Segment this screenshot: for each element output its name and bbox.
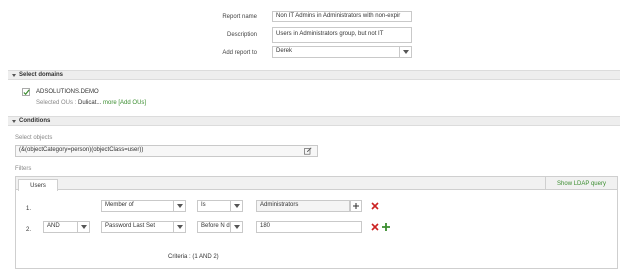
selected-ous-label: Selected OUs : — [36, 100, 77, 106]
filters-panel: Users Show LDAP query 1. Member of Is Ad… — [15, 176, 618, 269]
row-1-operator-value: Is — [201, 202, 206, 208]
criteria-value: (1 AND 2) — [192, 254, 219, 260]
row-2-operator-value: Before N d — [201, 223, 230, 229]
row-2-attribute-value: Password Last Set — [105, 223, 156, 229]
plus-icon — [353, 203, 359, 209]
checkbox-checked-icon[interactable] — [22, 88, 30, 96]
filters-tabstrip: Users Show LDAP query — [16, 177, 617, 191]
conditions-header[interactable]: Conditions — [8, 116, 620, 126]
add-report-to-label: Add report to — [222, 50, 257, 56]
chevron-down-icon — [77, 222, 89, 232]
add-condition-icon[interactable] — [382, 223, 390, 233]
add-ous-link[interactable]: [Add OUs] — [118, 100, 146, 106]
collapse-arrow-icon — [12, 119, 16, 123]
chevron-down-icon — [173, 222, 185, 232]
row-1-value-input[interactable]: Administrators — [256, 200, 350, 212]
show-ldap-query-link[interactable]: Show LDAP query — [545, 177, 617, 190]
select-objects-label: Select objects — [15, 135, 53, 141]
more-link[interactable]: more — [103, 100, 117, 106]
select-domains-title: Select domains — [19, 72, 64, 78]
row-2-logic-value: AND — [47, 223, 60, 229]
row-2-delete-icon[interactable] — [371, 223, 379, 233]
add-report-to-value: Derek — [276, 48, 293, 54]
row-1-add-value-button[interactable] — [350, 200, 362, 212]
chevron-down-icon — [230, 201, 242, 211]
criteria-row: Criteria : (1 AND 2) — [168, 254, 219, 260]
report-name-label: Report name — [222, 14, 257, 20]
row-1-delete-icon[interactable] — [371, 202, 379, 212]
domain-name: ADSOLUTIONS.DEMO — [36, 89, 99, 95]
row-1-attribute-value: Member of — [105, 202, 134, 208]
row-2-number: 2. — [26, 227, 32, 233]
criteria-label: Criteria : — [168, 254, 191, 260]
row-2-logic-select[interactable]: AND — [43, 221, 90, 233]
object-filter-input[interactable]: (&(objectCategory=person)(objectClass=us… — [15, 145, 318, 157]
chevron-down-icon — [173, 201, 185, 211]
selected-ous-value: Dulicat... — [78, 100, 102, 106]
row-1-attribute-select[interactable]: Member of — [101, 200, 186, 212]
report-name-input[interactable]: Non IT Admins in Administrators with non… — [272, 11, 412, 22]
row-2-value-input[interactable]: 180 — [256, 221, 362, 233]
row-2-attribute-select[interactable]: Password Last Set — [101, 221, 186, 233]
chevron-down-icon — [399, 47, 411, 57]
row-2-operator-select[interactable]: Before N d — [197, 221, 243, 233]
row-1-operator-select[interactable]: Is — [197, 200, 243, 212]
description-textarea[interactable]: Users in Administrators group, but not I… — [272, 27, 412, 43]
selected-ous-row: Selected OUs : Dulicat... more [Add OUs] — [36, 100, 146, 106]
edit-pencil-icon[interactable] — [302, 146, 313, 155]
conditions-title: Conditions — [19, 118, 51, 124]
chevron-down-icon — [230, 222, 242, 232]
add-report-to-select[interactable]: Derek — [272, 46, 412, 58]
description-label: Description — [227, 32, 258, 38]
tab-users[interactable]: Users — [18, 179, 58, 191]
collapse-arrow-icon — [12, 73, 16, 77]
filters-label: Filters — [15, 166, 32, 172]
row-1-number: 1. — [26, 206, 32, 212]
select-domains-header[interactable]: Select domains — [8, 70, 620, 80]
